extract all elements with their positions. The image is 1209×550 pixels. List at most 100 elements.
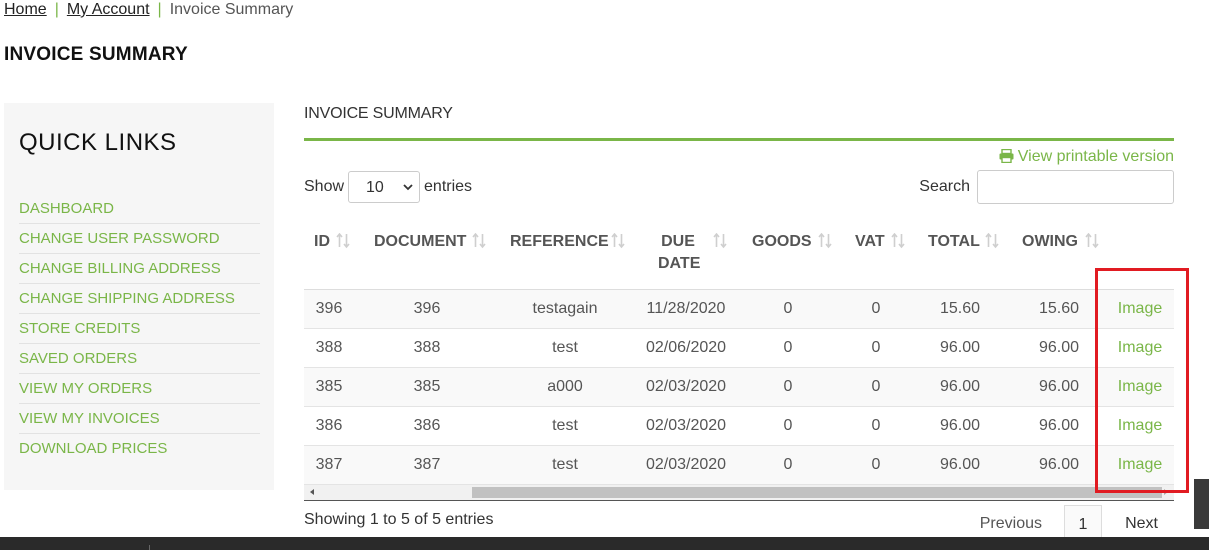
cell-goods: 0 — [783, 300, 793, 317]
breadcrumb-home-link[interactable]: Home — [4, 1, 47, 18]
cell-total: 15.60 — [939, 300, 981, 317]
cell-vat: 0 — [871, 417, 881, 434]
show-label: Show — [304, 178, 345, 195]
breadcrumb-account-link[interactable]: My Account — [67, 1, 150, 18]
cell-reference: testagain — [532, 300, 598, 317]
table-row: 396 396 testagain 11/28/2020 0 0 15.60 1… — [304, 290, 1174, 329]
cell-reference: test — [552, 417, 578, 434]
table-row: 388 388 test 02/06/2020 0 0 96.00 96.00 … — [304, 329, 1174, 368]
page-title: INVOICE SUMMARY — [4, 44, 188, 65]
table-header: ID DOCUMENT REFERENCE DUE DATE GOODS VAT … — [304, 223, 1174, 290]
cell-document: 387 — [413, 456, 441, 473]
cell-owing: 15.60 — [1038, 300, 1080, 317]
sort-arrows-icon[interactable] — [985, 233, 999, 249]
breadcrumb-separator: | — [157, 1, 162, 18]
quick-links-list: DASHBOARD CHANGE USER PASSWORD CHANGE BI… — [19, 194, 260, 464]
breadcrumb-current: Invoice Summary — [169, 1, 294, 18]
quick-link-view-my-invoices[interactable]: VIEW MY INVOICES — [19, 404, 260, 434]
column-header-vat[interactable]: VAT — [855, 231, 885, 253]
search-input[interactable] — [977, 170, 1174, 204]
table-row: 385 385 a000 02/03/2020 0 0 96.00 96.00 … — [304, 368, 1174, 407]
column-header-document[interactable]: DOCUMENT — [374, 231, 466, 253]
quick-links-sidebar: QUICK LINKS DASHBOARD CHANGE USER PASSWO… — [4, 103, 274, 490]
cell-reference: test — [552, 456, 578, 473]
cell-goods: 0 — [783, 417, 793, 434]
cell-id: 396 — [315, 300, 343, 317]
cell-id: 387 — [315, 456, 343, 473]
column-header-due-date[interactable]: DUE DATE — [658, 231, 701, 275]
search-control: Search — [919, 170, 1174, 204]
cell-total: 96.00 — [939, 417, 981, 434]
chevron-down-icon — [403, 184, 413, 191]
table-info: Showing 1 to 5 of 5 entries — [304, 511, 494, 528]
column-header-id[interactable]: ID — [314, 231, 330, 253]
sort-arrows-icon[interactable] — [713, 233, 727, 249]
cell-owing: 96.00 — [1038, 456, 1080, 473]
quick-links-title: QUICK LINKS — [19, 129, 177, 156]
cell-due-date: 11/28/2020 — [646, 300, 726, 317]
cell-vat: 0 — [871, 456, 881, 473]
column-header-owing[interactable]: OWING — [1022, 231, 1078, 253]
sort-arrows-icon[interactable] — [336, 233, 350, 249]
cell-total: 96.00 — [939, 378, 981, 395]
scroll-to-top-button[interactable] — [1194, 479, 1209, 529]
footer-bar — [0, 537, 1209, 550]
cell-goods: 0 — [783, 456, 793, 473]
section-title: INVOICE SUMMARY — [304, 105, 453, 122]
entries-label: entries — [424, 178, 473, 195]
entries-select-value: 10 — [366, 179, 384, 196]
footer-divider — [149, 545, 150, 550]
scroll-left-arrow-icon[interactable] — [310, 489, 314, 495]
cell-id: 388 — [315, 339, 343, 356]
cell-owing: 96.00 — [1038, 378, 1080, 395]
column-header-goods[interactable]: GOODS — [752, 231, 812, 253]
quick-link-dashboard[interactable]: DASHBOARD — [19, 194, 260, 224]
search-label: Search — [919, 178, 970, 195]
cell-goods: 0 — [783, 378, 793, 395]
cell-vat: 0 — [871, 339, 881, 356]
quick-link-store-credits[interactable]: STORE CREDITS — [19, 314, 260, 344]
quick-link-change-billing-address[interactable]: CHANGE BILLING ADDRESS — [19, 254, 260, 284]
column-header-date: DATE — [658, 255, 701, 272]
cell-reference: test — [552, 339, 578, 356]
sort-arrows-icon[interactable] — [891, 233, 905, 249]
sort-arrows-icon[interactable] — [1085, 233, 1099, 249]
quick-link-change-user-password[interactable]: CHANGE USER PASSWORD — [19, 224, 260, 254]
quick-link-view-my-orders[interactable]: VIEW MY ORDERS — [19, 374, 260, 404]
invoice-summary-panel: INVOICE SUMMARY View printable version S… — [304, 103, 1174, 550]
cell-id: 385 — [315, 378, 343, 395]
column-header-due: DUE — [661, 233, 695, 250]
breadcrumb: Home | My Account | Invoice Summary — [4, 0, 293, 20]
sort-arrows-icon[interactable] — [472, 233, 486, 249]
sort-arrows-icon[interactable] — [818, 233, 832, 249]
invoice-table: ID DOCUMENT REFERENCE DUE DATE GOODS VAT … — [304, 223, 1174, 485]
cell-id: 386 — [315, 417, 343, 434]
breadcrumb-separator: | — [54, 1, 59, 18]
column-header-total[interactable]: TOTAL — [928, 231, 980, 253]
pagination: Previous 1 Next — [934, 505, 1174, 543]
cell-due-date: 02/06/2020 — [645, 339, 727, 356]
sort-arrows-icon[interactable] — [611, 233, 625, 249]
cell-document: 386 — [413, 417, 441, 434]
scrollbar-thumb[interactable] — [472, 487, 1162, 498]
table-horizontal-scrollbar[interactable] — [304, 485, 1174, 501]
cell-reference: a000 — [547, 378, 583, 395]
view-printable-link[interactable]: View printable version — [999, 148, 1174, 166]
cell-due-date: 02/03/2020 — [645, 378, 727, 395]
cell-document: 396 — [413, 300, 441, 317]
quick-link-change-shipping-address[interactable]: CHANGE SHIPPING ADDRESS — [19, 284, 260, 314]
column-header-reference[interactable]: REFERENCE — [510, 231, 609, 253]
quick-link-saved-orders[interactable]: SAVED ORDERS — [19, 344, 260, 374]
table-row: 387 387 test 02/03/2020 0 0 96.00 96.00 … — [304, 446, 1174, 485]
cell-due-date: 02/03/2020 — [645, 456, 727, 473]
cell-document: 388 — [413, 339, 441, 356]
entries-length-control: Show 10 entries — [304, 171, 472, 203]
cell-owing: 96.00 — [1038, 339, 1080, 356]
entries-select[interactable]: 10 — [348, 171, 421, 203]
table-row: 386 386 test 02/03/2020 0 0 96.00 96.00 … — [304, 407, 1174, 446]
quick-link-download-prices[interactable]: DOWNLOAD PRICES — [19, 434, 260, 464]
section-divider — [304, 138, 1174, 141]
cell-total: 96.00 — [939, 339, 981, 356]
cell-due-date: 02/03/2020 — [645, 417, 727, 434]
view-printable-label: View printable version — [1017, 148, 1174, 165]
